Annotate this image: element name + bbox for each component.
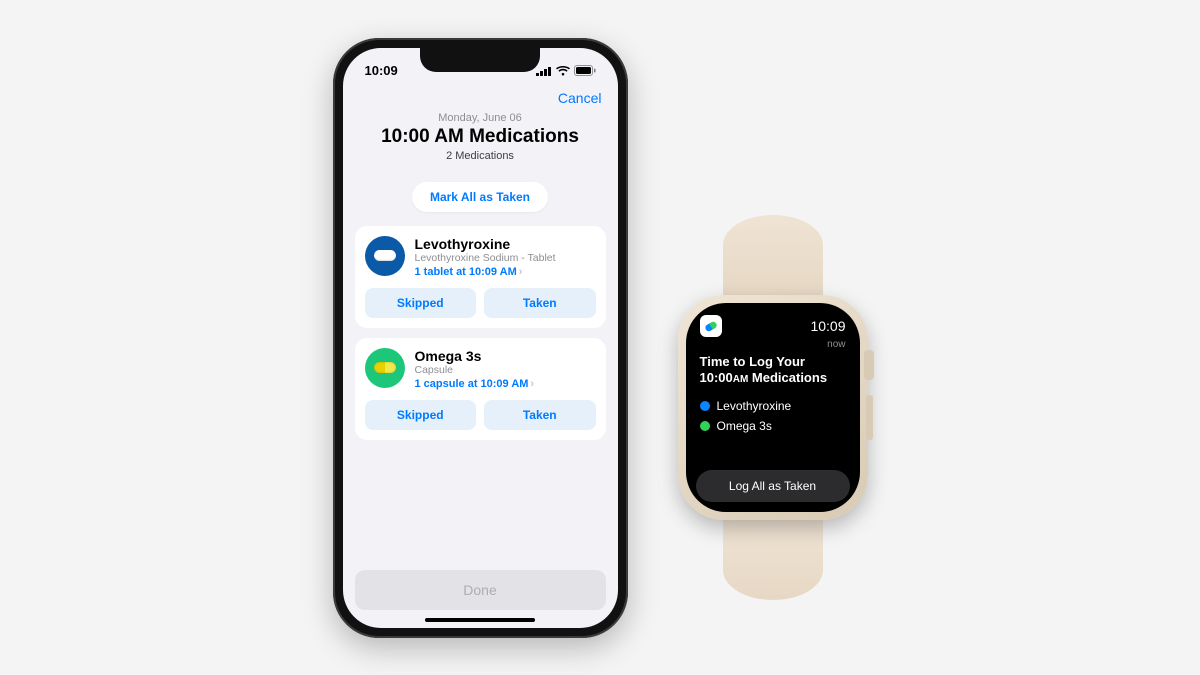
medication-name: Levothyroxine xyxy=(415,236,596,252)
header-date: Monday, June 06 xyxy=(359,112,602,124)
medication-card-omega3s: Omega 3s Capsule 1 capsule at 10:09 AM ›… xyxy=(355,338,606,440)
watch-status-bar: 10:09 xyxy=(700,315,846,337)
medication-list: Levothyroxine Levothyroxine Sodium - Tab… xyxy=(343,226,618,440)
cellular-signal-icon xyxy=(536,66,552,76)
chevron-right-icon: › xyxy=(530,378,534,390)
watch-side-button[interactable] xyxy=(866,395,873,440)
dose-text: 1 tablet at 10:09 AM xyxy=(415,266,517,278)
watch-time: 10:09 xyxy=(810,318,845,334)
watch-list-item: Omega 3s xyxy=(700,419,846,433)
dose-link[interactable]: 1 capsule at 10:09 AM › xyxy=(415,378,596,390)
iphone-screen: 10:09 Cancel Monday, June 06 10:00 AM Me… xyxy=(343,48,618,628)
header: Monday, June 06 10:00 AM Medications 2 M… xyxy=(343,110,618,172)
mark-all-taken-button[interactable]: Mark All as Taken xyxy=(412,182,548,212)
wifi-icon xyxy=(556,66,570,76)
dot-icon-blue xyxy=(700,401,710,411)
capsule-icon xyxy=(365,348,405,388)
notification-timestamp: now xyxy=(700,339,846,350)
pill-icon xyxy=(365,236,405,276)
page-title: 10:00 AM Medications xyxy=(359,126,602,148)
skipped-button[interactable]: Skipped xyxy=(365,400,477,430)
status-right xyxy=(536,65,596,76)
skipped-button[interactable]: Skipped xyxy=(365,288,477,318)
battery-icon xyxy=(574,65,596,76)
dose-text: 1 capsule at 10:09 AM xyxy=(415,378,529,390)
medication-subtitle: Capsule xyxy=(415,364,596,376)
header-subtitle: 2 Medications xyxy=(359,150,602,162)
apple-watch-device: 10:09 now Time to Log Your 10:00AM Medic… xyxy=(678,215,868,600)
digital-crown[interactable] xyxy=(864,350,874,380)
watch-band-top xyxy=(723,215,823,295)
medications-app-icon xyxy=(700,315,722,337)
watch-item-label: Omega 3s xyxy=(717,419,772,433)
status-time: 10:09 xyxy=(365,63,398,78)
watch-case: 10:09 now Time to Log Your 10:00AM Medic… xyxy=(678,295,868,520)
cancel-button[interactable]: Cancel xyxy=(558,90,602,106)
dot-icon-green xyxy=(700,421,710,431)
dose-link[interactable]: 1 tablet at 10:09 AM › xyxy=(415,266,596,278)
taken-button[interactable]: Taken xyxy=(484,400,596,430)
watch-list-item: Levothyroxine xyxy=(700,399,846,413)
iphone-notch xyxy=(420,48,540,72)
chevron-right-icon: › xyxy=(519,266,523,278)
done-button[interactable]: Done xyxy=(355,570,606,610)
taken-button[interactable]: Taken xyxy=(484,288,596,318)
watch-item-label: Levothyroxine xyxy=(717,399,792,413)
log-all-taken-button[interactable]: Log All as Taken xyxy=(696,470,850,502)
nav-bar: Cancel xyxy=(343,84,618,110)
home-indicator xyxy=(425,618,535,622)
notification-title: Time to Log Your 10:00AM Medications xyxy=(700,354,846,387)
medication-subtitle: Levothyroxine Sodium - Tablet xyxy=(415,252,596,264)
iphone-device: 10:09 Cancel Monday, June 06 10:00 AM Me… xyxy=(333,38,628,638)
medication-name: Omega 3s xyxy=(415,348,596,364)
medication-card-levothyroxine: Levothyroxine Levothyroxine Sodium - Tab… xyxy=(355,226,606,328)
watch-screen: 10:09 now Time to Log Your 10:00AM Medic… xyxy=(686,303,860,512)
watch-medication-list: Levothyroxine Omega 3s xyxy=(700,399,846,433)
watch-band-bottom xyxy=(723,520,823,600)
